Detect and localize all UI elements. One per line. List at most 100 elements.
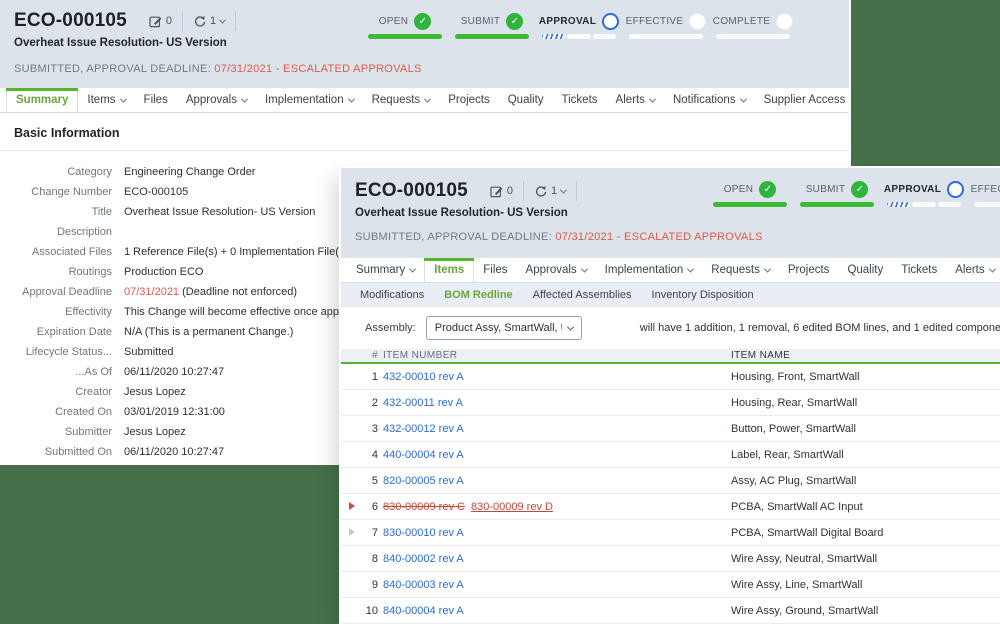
row-number: 8 xyxy=(361,553,383,565)
item-link-added-rev[interactable]: 830-00009 rev D xyxy=(471,501,553,513)
active-circle-icon xyxy=(602,13,619,30)
tab-requests[interactable]: Requests xyxy=(363,88,440,112)
bom-table-row: 3432-00012 rev AButton, Power, SmartWall xyxy=(341,416,1000,442)
expand-toggle[interactable] xyxy=(341,527,361,539)
item-link[interactable]: 432-00012 rev A xyxy=(383,423,464,435)
active-circle-icon xyxy=(947,181,964,198)
tab-implementation[interactable]: Implementation xyxy=(596,258,703,282)
tab-label: Files xyxy=(144,94,168,106)
header-icons: 0 1 xyxy=(139,10,236,32)
tab-summary[interactable]: Summary xyxy=(6,88,78,112)
item-link[interactable]: 820-00005 rev A xyxy=(383,475,464,487)
item-number-cell: 432-00012 rev A xyxy=(383,423,731,435)
subtab-modifications[interactable]: Modifications xyxy=(350,289,434,301)
workflow-step-label: APPROVAL xyxy=(884,184,941,195)
progress-hatch-segment xyxy=(542,34,565,39)
notes-button[interactable]: 0 xyxy=(480,185,523,198)
chevron-down-icon xyxy=(241,95,248,102)
tab-tickets[interactable]: Tickets xyxy=(553,88,607,112)
workflow-step-approval: APPROVAL xyxy=(887,180,961,207)
check-circle-icon: ✓ xyxy=(759,181,776,198)
row-number: 5 xyxy=(361,475,383,487)
tab-files[interactable]: Files xyxy=(474,258,516,282)
item-name-cell: Label, Rear, SmartWall xyxy=(731,449,1000,461)
item-link[interactable]: 840-00004 rev A xyxy=(383,605,464,617)
assembly-select[interactable]: Product Assy, SmartWall, US Ve... xyxy=(426,316,582,340)
revisions-dropdown[interactable]: 1 xyxy=(524,185,576,198)
item-link[interactable]: 840-00003 rev A xyxy=(383,579,464,591)
item-number-cell: 840-00003 rev A xyxy=(383,579,731,591)
subtab-bom-redline[interactable]: BOM Redline xyxy=(434,289,522,301)
column-header-item-name: ITEM NAME xyxy=(731,350,1000,361)
item-link[interactable]: 432-00011 rev A xyxy=(383,397,463,409)
tab-implementation[interactable]: Implementation xyxy=(256,88,363,112)
assembly-label: Assembly: xyxy=(365,322,416,334)
tab-alerts[interactable]: Alerts xyxy=(607,88,664,112)
item-link[interactable]: 830-00010 rev A xyxy=(383,527,464,539)
column-header-item-number: ITEM NUMBER xyxy=(383,350,731,361)
tab-label: Projects xyxy=(448,94,490,106)
tab-summary[interactable]: Summary xyxy=(347,258,424,282)
tab-items[interactable]: Items xyxy=(78,88,134,112)
workflow-step-progress-bar xyxy=(716,34,790,39)
workflow-step-progress-bar xyxy=(800,202,874,207)
item-number-cell: 820-00005 rev A xyxy=(383,475,731,487)
main-tab-bar: SummaryItems Files Approvals Implementation… xyxy=(0,88,849,113)
tab-quality[interactable]: Quality xyxy=(499,88,553,112)
tab-label: Quality xyxy=(847,264,883,276)
tab-label: Notifications xyxy=(673,94,736,106)
tab-label: Implementation xyxy=(265,94,344,106)
tab-quality[interactable]: Quality xyxy=(838,258,892,282)
field-label: Creator xyxy=(0,386,112,398)
workflow-step-submit: SUBMIT✓ xyxy=(800,180,874,207)
tab-projects[interactable]: Projects xyxy=(779,258,839,282)
tab-alerts[interactable]: Alerts xyxy=(946,258,1000,282)
item-link[interactable]: 840-00002 rev A xyxy=(383,553,464,565)
chevron-down-icon xyxy=(687,265,694,272)
bom-table-row: 2432-00011 rev AHousing, Rear, SmartWall xyxy=(341,390,1000,416)
workflow-step-label: APPROVAL xyxy=(539,16,596,27)
pending-circle-icon xyxy=(776,13,793,30)
tab-tickets[interactable]: Tickets xyxy=(892,258,946,282)
field-value: Jesus Lopez xyxy=(124,386,186,398)
revisions-dropdown[interactable]: 1 xyxy=(183,15,235,28)
field-label: Submitted On xyxy=(0,446,112,458)
tab-label: Projects xyxy=(788,264,830,276)
item-link-removed-rev[interactable]: 830-00009 rev C xyxy=(383,501,465,513)
notes-button[interactable]: 0 xyxy=(139,15,182,28)
check-circle-icon: ✓ xyxy=(506,13,523,30)
tab-approvals[interactable]: Approvals xyxy=(517,258,596,282)
tab-files[interactable]: Files xyxy=(135,88,177,112)
tab-projects[interactable]: Projects xyxy=(439,88,499,112)
status-banner: SUBMITTED, APPROVAL DEADLINE: 07/31/2021… xyxy=(355,231,763,243)
status-banner: SUBMITTED, APPROVAL DEADLINE: 07/31/2021… xyxy=(14,63,422,75)
field-label: Routings xyxy=(0,266,112,278)
record-number: ECO-000105 xyxy=(355,180,468,202)
tab-requests[interactable]: Requests xyxy=(702,258,779,282)
tab-supplier-access[interactable]: Supplier Access xyxy=(755,88,849,112)
workflow-step-effective: EFFECTIVE xyxy=(974,180,1000,207)
progress-hatch-segment xyxy=(887,202,910,207)
field-value: 06/11/2020 10:27:47 xyxy=(124,366,224,378)
subtab-affected-assemblies[interactable]: Affected Assemblies xyxy=(523,289,642,301)
chevron-down-icon xyxy=(740,95,747,102)
field-value: 1 Reference File(s) + 0 Implementation F… xyxy=(124,246,348,258)
row-number: 4 xyxy=(361,449,383,461)
tab-items[interactable]: Items xyxy=(424,258,474,282)
assembly-row: Assembly: Product Assy, SmartWall, US Ve… xyxy=(341,307,1000,349)
subtab-inventory-disposition[interactable]: Inventory Disposition xyxy=(642,289,764,301)
field-value: N/A (This is a permanent Change.) xyxy=(124,326,293,338)
tab-approvals[interactable]: Approvals xyxy=(177,88,256,112)
redline-expand-toggle[interactable] xyxy=(341,501,361,513)
item-link[interactable]: 440-00004 rev A xyxy=(383,449,464,461)
workflow-step-approval: APPROVAL xyxy=(542,12,616,39)
tab-notifications[interactable]: Notifications xyxy=(664,88,755,112)
revisions-count: 1 xyxy=(551,185,557,197)
bom-table-row: 7830-00010 rev APCBA, SmartWall Digital … xyxy=(341,520,1000,546)
workflow-step-progress-bar xyxy=(542,34,616,39)
chevron-down-icon xyxy=(567,323,574,330)
item-number-cell: 840-00004 rev A xyxy=(383,605,731,617)
main-tab-bar: SummaryItemsFilesApprovalsImplementation… xyxy=(341,258,1000,283)
item-number-cell: 830-00010 rev A xyxy=(383,527,731,539)
item-link[interactable]: 432-00010 rev A xyxy=(383,371,464,383)
